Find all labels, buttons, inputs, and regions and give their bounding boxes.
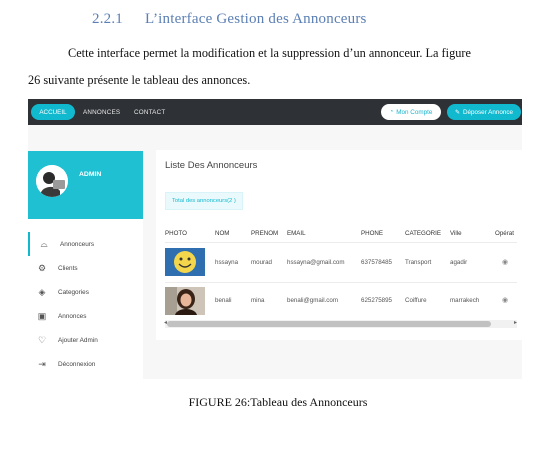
nav-home-link[interactable]: ACCUEIL (31, 104, 75, 120)
horizontal-scrollbar[interactable]: ◂ ▸ (164, 319, 517, 328)
heart-icon: ♡ (37, 334, 47, 345)
scroll-right-arrow-icon[interactable]: ▸ (514, 319, 517, 326)
app-screenshot: ACCUEIL ANNONCES CONTACT ◔ Mon Compte ✎ … (28, 99, 522, 379)
view-eye-icon[interactable]: ◉ (502, 258, 508, 266)
column-header-photo: PHOTO (165, 230, 187, 237)
user-icon: ◔ (389, 109, 394, 115)
total-badge: Total des annonceurs(2 ) (165, 192, 243, 210)
cell-phone: 625275895 (361, 297, 392, 304)
megaphone-icon: ⌓ (40, 238, 48, 249)
woman-portrait-icon (165, 287, 205, 315)
sidebar-item-label: Annonces (58, 312, 87, 320)
cell-prenom: mourad (251, 259, 272, 266)
column-header-phone: PHONE (361, 230, 384, 237)
nav-annonces-link[interactable]: ANNONCES (83, 109, 120, 116)
sidebar-item-label: Categories (58, 288, 89, 296)
cell-categorie: Transport (405, 259, 432, 266)
figure-caption: FIGURE 26:Tableau des Annonceurs (188, 395, 368, 409)
logout-icon: ⇥ (38, 358, 46, 369)
table-row: hssayna mourad hssayna@gmail.com 6375784… (165, 242, 517, 281)
paragraph-line-2: 26 suivante présente le tableau des anno… (28, 73, 251, 87)
cell-phone: 637578485 (361, 259, 392, 266)
edit-icon: ✎ (454, 109, 460, 116)
column-header-nom: NOM (215, 230, 230, 237)
row-photo (165, 287, 205, 315)
sidebar-item-annonces[interactable]: ▣ Annonces (28, 304, 143, 328)
table-row: benali mina benali@gmail.com 625275895 C… (165, 282, 517, 319)
cell-nom: hssayna (215, 259, 239, 266)
scrollbar-thumb[interactable] (167, 321, 491, 327)
picture-icon: ▣ (37, 310, 47, 321)
sidebar-item-annonceurs[interactable]: ⌓ Annonceurs (28, 232, 143, 256)
sidebar-item-clients[interactable]: ⚙ Clients (28, 256, 143, 280)
top-navbar: ACCUEIL ANNONCES CONTACT ◔ Mon Compte ✎ … (28, 99, 522, 125)
sidebar: ADMIN ⌓ Annonceurs ⚙ Clients ◈ Categorie… (28, 151, 143, 379)
sidebar-item-label: Déconnexion (58, 360, 96, 368)
column-header-prenom: PRENOM (251, 230, 279, 237)
cell-email: hssayna@gmail.com (287, 259, 345, 266)
cell-nom: benali (215, 297, 232, 304)
annonceurs-panel: Liste Des Annonceurs Total des annonceur… (156, 150, 522, 340)
smiley-face-icon (165, 248, 205, 276)
column-header-email: EMAIL (287, 230, 306, 237)
cell-categorie: Coiffure (405, 297, 427, 304)
post-ad-button-label: Déposer Annonce (462, 108, 514, 116)
profile-card: ADMIN (28, 151, 143, 219)
sidebar-item-deconnexion[interactable]: ⇥ Déconnexion (28, 352, 143, 376)
section-title: L’interface Gestion des Annonceurs (145, 11, 367, 27)
row-photo (165, 248, 205, 276)
layers-icon: ◈ (38, 286, 46, 297)
section-number: 2.2.1 (92, 11, 123, 27)
sidebar-item-label: Clients (58, 264, 78, 272)
paragraph-line-1: Cette interface permet la modification e… (68, 46, 471, 60)
account-button-label: Mon Compte (396, 108, 433, 116)
view-eye-icon[interactable]: ◉ (502, 296, 508, 304)
column-header-ville: Ville (450, 230, 462, 237)
post-ad-button[interactable]: ✎ Déposer Annonce (447, 104, 521, 120)
gear-icon: ⚙ (37, 262, 47, 273)
profile-name: ADMIN (79, 171, 102, 178)
cell-email: benali@gmail.com (287, 297, 338, 304)
sidebar-item-label: Annonceurs (60, 240, 95, 248)
cell-prenom: mina (251, 297, 265, 304)
nav-contact-link[interactable]: CONTACT (134, 109, 165, 116)
admin-avatar-icon (36, 165, 68, 197)
sidebar-item-categories[interactable]: ◈ Categories (28, 280, 143, 304)
sidebar-item-ajouter-admin[interactable]: ♡ Ajouter Admin (28, 328, 143, 352)
column-header-operation: Opérat (495, 230, 514, 237)
avatar (36, 165, 68, 197)
sidebar-item-label: Ajouter Admin (58, 336, 98, 344)
cell-ville: marrakech (450, 297, 480, 304)
panel-title: Liste Des Annonceurs (165, 160, 258, 171)
body-paragraph: Cette interface permet la modification e… (28, 40, 528, 94)
section-heading: 2.2.1 L’interface Gestion des Annonceurs (92, 11, 367, 28)
column-header-categorie: CATEGORIE (405, 230, 441, 237)
account-button[interactable]: ◔ Mon Compte (381, 104, 441, 120)
cell-ville: agadir (450, 259, 468, 266)
